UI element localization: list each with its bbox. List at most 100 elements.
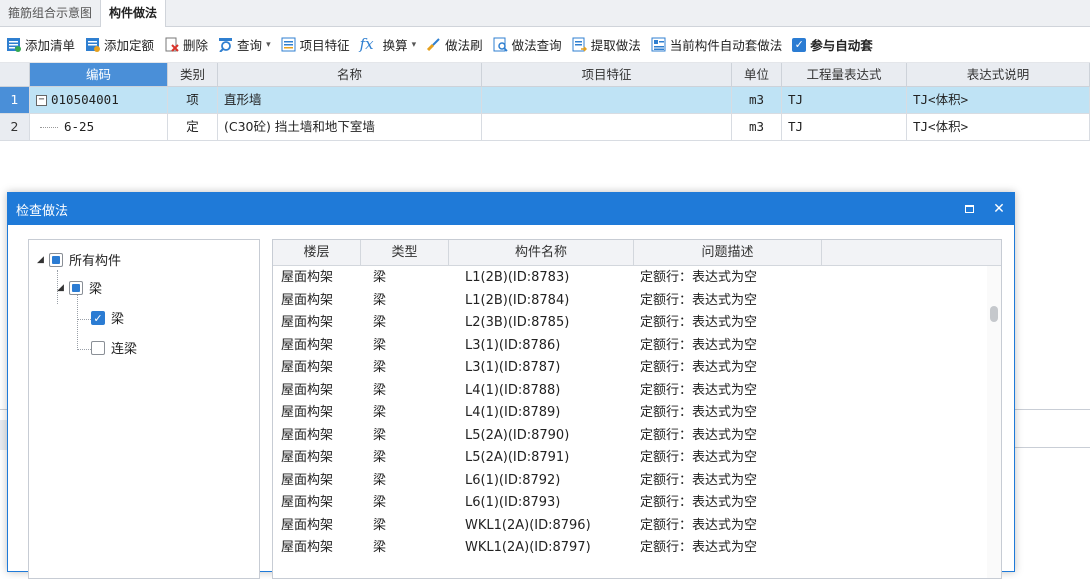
list-item[interactable]: 屋面构架 梁 L2(3B)(ID:8785) 定额行：表达式为空 xyxy=(273,312,1001,335)
problem-cell: 定额行：表达式为空 xyxy=(640,517,758,533)
tab-component-method[interactable]: 构件做法 xyxy=(101,0,167,27)
column-header-type[interactable]: 类型 xyxy=(361,240,449,265)
column-header-unit[interactable]: 单位 xyxy=(732,63,782,86)
extract-method-label: 提取做法 xyxy=(590,38,641,53)
expression-cell[interactable]: TJ xyxy=(782,114,907,140)
list-item[interactable]: 屋面构架 梁 L5(2A)(ID:8790) 定额行：表达式为空 xyxy=(273,425,1001,448)
list-item[interactable]: 屋面构架 梁 L4(1)(ID:8789) 定额行：表达式为空 xyxy=(273,402,1001,425)
feature-cell[interactable] xyxy=(482,87,732,113)
method-brush-button[interactable]: 做法刷 xyxy=(426,35,483,54)
problem-cell: 定额行：表达式为空 xyxy=(640,405,758,420)
component-name-cell: L5(2A)(ID:8791) xyxy=(465,450,570,465)
code-cell[interactable]: 6-25 xyxy=(30,114,168,140)
component-name-cell: L3(1)(ID:8787) xyxy=(465,360,561,375)
tree-label-all: 所有构件 xyxy=(69,254,122,269)
dialog-titlebar[interactable]: 检查做法 ✕ xyxy=(8,193,1014,225)
add-quota-button[interactable]: 添加定额 xyxy=(85,35,154,54)
problem-cell: 定额行：表达式为空 xyxy=(640,540,758,555)
list-item[interactable]: 屋面构架 梁 L3(1)(ID:8786) 定额行：表达式为空 xyxy=(273,335,1001,358)
type-cell: 梁 xyxy=(373,292,387,308)
problem-cell: 定额行：表达式为空 xyxy=(640,450,758,465)
maximize-button[interactable] xyxy=(954,201,984,217)
add-list-button[interactable]: 添加清单 xyxy=(6,35,75,54)
vertical-scrollbar[interactable] xyxy=(987,266,1001,578)
item-feature-button[interactable]: 项目特征 xyxy=(281,35,350,54)
list-item[interactable]: 屋面构架 梁 L6(1)(ID:8792) 定额行：表达式为空 xyxy=(273,470,1001,493)
name-cell[interactable]: 直形墙 xyxy=(218,87,482,113)
code-cell[interactable]: −010504001 xyxy=(30,87,168,113)
convert-button[interactable]: fx 换算 ▾ xyxy=(360,35,417,54)
dialog-title: 检查做法 xyxy=(16,203,69,219)
floor-cell: 屋面构架 xyxy=(281,405,334,420)
list-item[interactable]: 屋面构架 梁 L1(2B)(ID:8784) 定额行：表达式为空 xyxy=(273,290,1001,313)
component-name-cell: L5(2A)(ID:8790) xyxy=(465,427,570,443)
query-button[interactable]: 查询 ▾ xyxy=(218,35,271,54)
auto-apply-button[interactable]: 当前构件自动套做法 xyxy=(651,35,783,54)
description-cell[interactable]: TJ<体积> xyxy=(907,87,1090,113)
column-header-feature[interactable]: 项目特征 xyxy=(482,63,732,86)
type-cell: 梁 xyxy=(373,360,387,375)
tree-node-beam-group[interactable]: ◢ 梁 xyxy=(57,278,102,297)
floor-cell: 屋面构架 xyxy=(281,472,334,488)
column-header-type[interactable]: 类别 xyxy=(168,63,218,86)
feature-cell[interactable] xyxy=(482,114,732,140)
floor-cell: 屋面构架 xyxy=(281,315,334,330)
type-cell: 梁 xyxy=(373,472,387,488)
table-row[interactable]: 1 −010504001 项 直形墙 m3 TJ TJ<体积> xyxy=(0,87,1090,114)
extract-method-button[interactable]: 提取做法 xyxy=(572,35,641,54)
list-item[interactable]: 屋面构架 梁 WKL1(2A)(ID:8797) 定额行：表达式为空 xyxy=(273,537,1001,560)
type-cell[interactable]: 定 xyxy=(168,114,218,140)
column-header-description[interactable]: 表达式说明 xyxy=(907,63,1090,86)
column-header-problem[interactable]: 问题描述 xyxy=(634,240,822,265)
row-number: 1 xyxy=(0,87,30,113)
checkbox-link-beam[interactable] xyxy=(91,340,105,355)
type-cell: 梁 xyxy=(373,517,387,533)
query-label: 查询 xyxy=(237,38,263,53)
tab-stirrup-diagram[interactable]: 箍筋组合示意图 xyxy=(0,0,102,27)
list-item[interactable]: 屋面构架 梁 L6(1)(ID:8793) 定额行：表达式为空 xyxy=(273,492,1001,515)
list-item[interactable]: 屋面构架 梁 L5(2A)(ID:8791) 定额行：表达式为空 xyxy=(273,447,1001,470)
list-item[interactable]: 屋面构架 梁 L1(2B)(ID:8783) 定额行：表达式为空 xyxy=(273,267,1001,290)
expand-triangle-icon[interactable]: ◢ xyxy=(57,283,69,293)
type-cell: 梁 xyxy=(373,270,387,285)
tree-node-all[interactable]: ◢ 所有构件 xyxy=(37,250,121,269)
method-query-button[interactable]: 做法查询 xyxy=(493,35,562,54)
tree-node-link-beam[interactable]: 连梁 xyxy=(91,338,137,357)
collapse-icon[interactable]: − xyxy=(36,95,47,106)
checkbox-beam[interactable]: ✓ xyxy=(91,310,105,325)
unit-cell[interactable]: m3 xyxy=(732,114,782,140)
column-header-floor[interactable]: 楼层 xyxy=(273,240,361,265)
lower-pane-divider xyxy=(1015,447,1090,448)
delete-button[interactable]: 删除 xyxy=(164,35,208,54)
expression-cell[interactable]: TJ xyxy=(782,87,907,113)
column-header-expression[interactable]: 工程量表达式 xyxy=(782,63,907,86)
list-item[interactable]: 屋面构架 梁 L3(1)(ID:8787) 定额行：表达式为空 xyxy=(273,357,1001,380)
floor-cell: 屋面构架 xyxy=(281,270,334,285)
column-header-code[interactable]: 编码 xyxy=(30,63,168,86)
participate-auto-checkbox[interactable]: ✓ 参与自动套 xyxy=(792,35,873,54)
method-query-label: 做法查询 xyxy=(511,38,562,53)
column-header-name[interactable]: 名称 xyxy=(218,63,482,86)
chevron-down-icon[interactable]: ▾ xyxy=(266,40,271,50)
tree-node-beam[interactable]: ✓ 梁 xyxy=(91,308,124,327)
expand-triangle-icon[interactable]: ◢ xyxy=(37,255,49,265)
scrollbar-thumb[interactable] xyxy=(990,306,998,322)
add-list-label: 添加清单 xyxy=(25,38,76,53)
list-item[interactable]: 屋面构架 梁 L4(1)(ID:8788) 定额行：表达式为空 xyxy=(273,380,1001,403)
close-button[interactable]: ✕ xyxy=(984,201,1014,217)
checkbox-beam-group[interactable] xyxy=(69,280,83,295)
description-cell[interactable]: TJ<体积> xyxy=(907,114,1090,140)
chevron-down-icon[interactable]: ▾ xyxy=(412,40,417,50)
auto-apply-label: 当前构件自动套做法 xyxy=(669,38,783,53)
component-name-cell: L2(3B)(ID:8785) xyxy=(465,315,570,330)
unit-cell[interactable]: m3 xyxy=(732,87,782,113)
column-header-component-name[interactable]: 构件名称 xyxy=(449,240,634,265)
floor-cell: 屋面构架 xyxy=(281,517,334,533)
checkbox-all[interactable] xyxy=(49,252,63,267)
floor-cell: 屋面构架 xyxy=(281,337,334,353)
code-value: 010504001 xyxy=(51,92,119,107)
list-item[interactable]: 屋面构架 梁 WKL1(2A)(ID:8796) 定额行：表达式为空 xyxy=(273,515,1001,538)
type-cell[interactable]: 项 xyxy=(168,87,218,113)
table-row[interactable]: 2 6-25 定 (C30砼) 挡土墙和地下室墙 m3 TJ TJ<体积> xyxy=(0,114,1090,141)
name-cell[interactable]: (C30砼) 挡土墙和地下室墙 xyxy=(218,114,482,140)
